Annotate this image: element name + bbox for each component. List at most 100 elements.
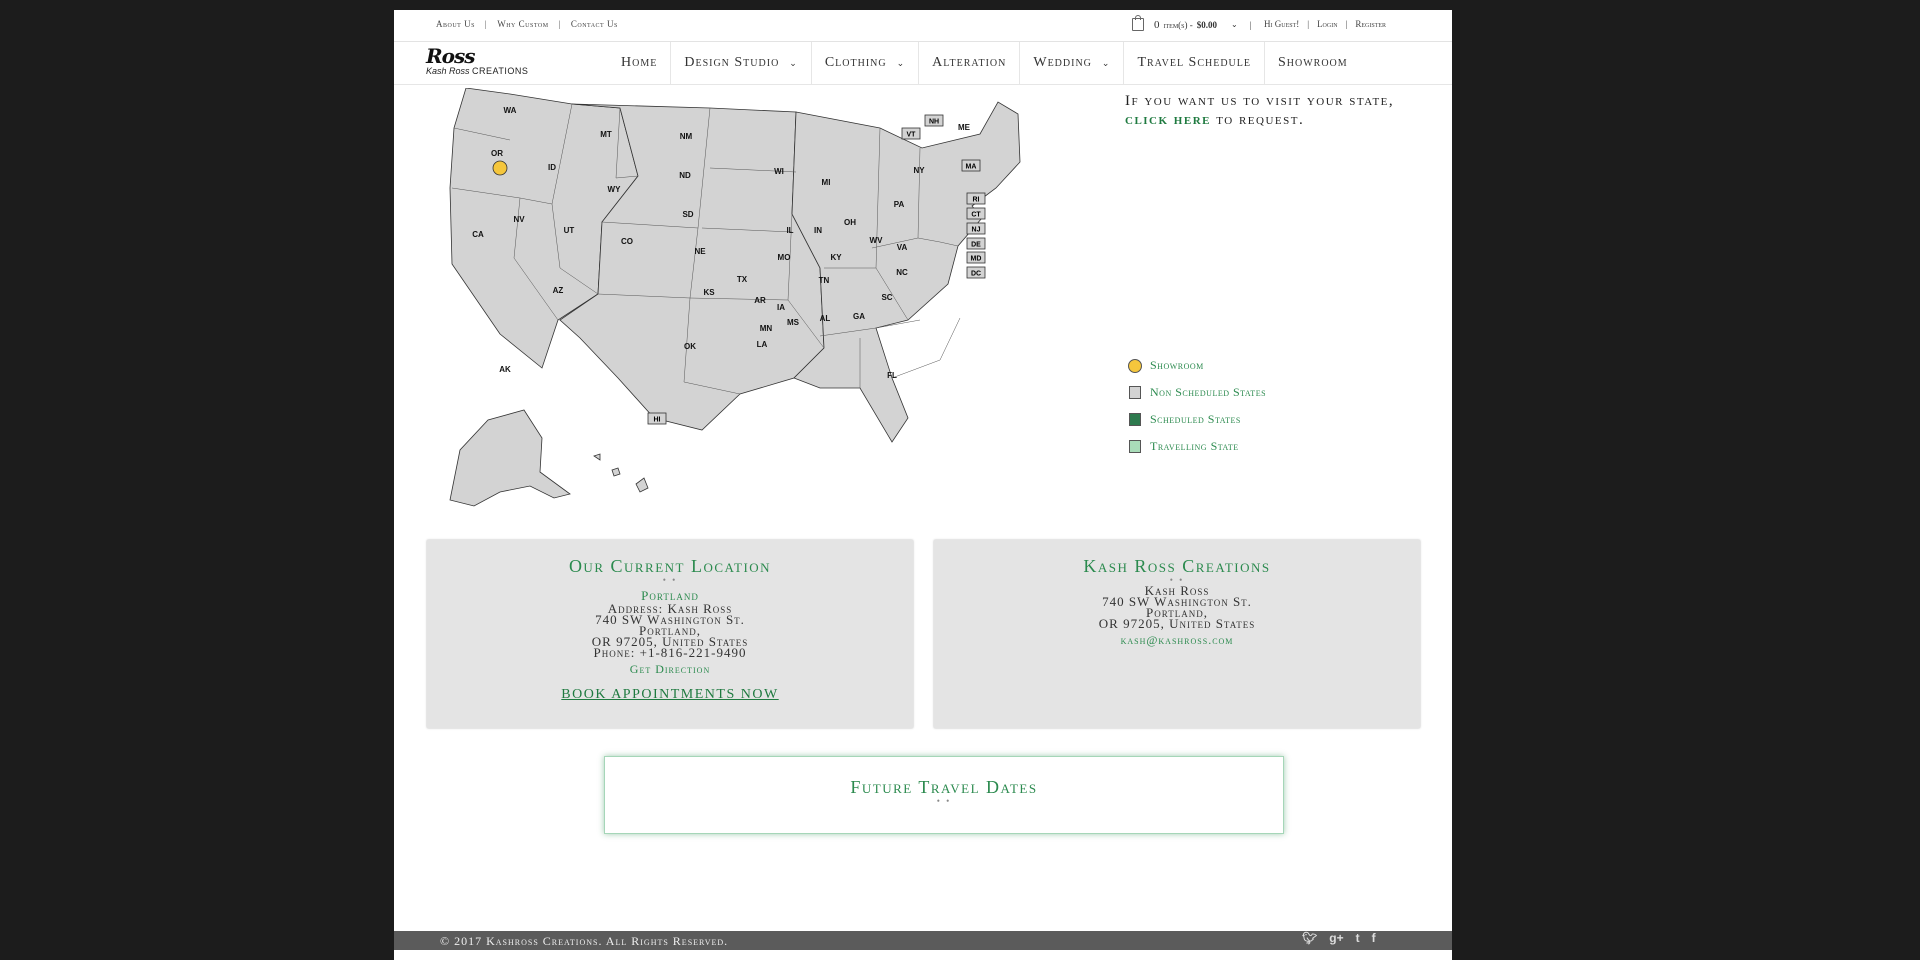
state-label-ok[interactable]: OK [684, 342, 696, 351]
card-title: Our Current Location [568, 556, 772, 576]
nav-home[interactable]: Home [608, 42, 672, 84]
cart-total: $0.00 [1196, 19, 1217, 30]
nav-showroom[interactable]: Showroom [1265, 42, 1361, 84]
state-label-ks[interactable]: KS [703, 288, 715, 297]
nav-wedding[interactable]: Wedding ⌄ [1020, 42, 1125, 84]
state-label-fl[interactable]: FL [887, 371, 897, 380]
state-label-mi[interactable]: MI [822, 178, 831, 187]
state-label-mo[interactable]: MO [778, 253, 791, 262]
state-box-dc[interactable]: DC [966, 266, 986, 279]
legend-swatch [1129, 413, 1141, 426]
state-label-wv[interactable]: WV [870, 236, 884, 245]
visit-text-end: to request. [1216, 112, 1305, 128]
showroom-marker[interactable] [492, 160, 508, 176]
state-label-va[interactable]: VA [897, 243, 908, 252]
state-box-hi[interactable]: HI [647, 412, 667, 425]
user-links: Hi Guest! | Login | Register [1264, 19, 1386, 29]
state-label-sc[interactable]: SC [881, 293, 892, 302]
state-label-or[interactable]: OR [491, 149, 503, 158]
chevron-down-icon[interactable]: ⌄ [1231, 20, 1238, 29]
map-hawaii-island[interactable] [593, 453, 601, 461]
map-alaska[interactable] [449, 409, 571, 507]
state-label-tn[interactable]: TN [819, 276, 830, 285]
get-direction-link[interactable]: Get Direction [427, 662, 913, 677]
state-label-id[interactable]: ID [548, 163, 556, 172]
contact-us-link[interactable]: Contact Us [571, 19, 618, 29]
state-label-la[interactable]: LA [757, 340, 768, 349]
state-box-nh[interactable]: NH [924, 114, 944, 127]
state-box-label: RI [973, 197, 980, 204]
legend-showroom: Showroom [1128, 352, 1266, 379]
nav-travel-schedule[interactable]: Travel Schedule [1124, 42, 1265, 84]
state-label-wi[interactable]: WI [774, 167, 784, 176]
state-box-ri[interactable]: RI [966, 192, 986, 205]
state-label-ia[interactable]: IA [777, 303, 785, 312]
state-label-ms[interactable]: MS [787, 318, 800, 327]
state-label-az[interactable]: AZ [553, 286, 564, 295]
legend-swatch [1128, 358, 1142, 373]
state-label-tx[interactable]: TX [737, 275, 748, 284]
state-box-label: DE [971, 242, 981, 249]
state-box-de[interactable]: DE [966, 237, 986, 250]
state-label-ar[interactable]: AR [754, 296, 766, 305]
nav-design-studio[interactable]: Design Studio ⌄ [671, 42, 812, 84]
state-label-in[interactable]: IN [814, 226, 822, 235]
state-label-ky[interactable]: KY [830, 253, 842, 262]
state-label-wa[interactable]: WA [504, 106, 517, 115]
state-box-md[interactable]: MD [966, 251, 986, 264]
nav-alteration[interactable]: Alteration [919, 42, 1021, 84]
state-label-ak[interactable]: AK [499, 365, 511, 374]
creations-card: Kash Ross Creations • • Kash Ross 740 SW… [934, 540, 1420, 728]
state-label-ne[interactable]: NE [694, 247, 706, 256]
map-hawaii-island[interactable] [611, 467, 621, 477]
state-label-pa[interactable]: PA [894, 200, 905, 209]
state-box-ma[interactable]: MA [961, 159, 981, 172]
state-label-oh[interactable]: OH [844, 218, 856, 227]
state-label-al[interactable]: AL [820, 314, 831, 323]
state-label-nm[interactable]: NM [680, 132, 693, 141]
legend-travelling: Travelling State [1129, 433, 1266, 460]
map-hawaii-island[interactable] [635, 477, 649, 493]
why-custom-link[interactable]: Why Custom [497, 19, 548, 29]
state-label-il[interactable]: IL [786, 226, 793, 235]
tumblr-icon[interactable]: t [1356, 931, 1360, 945]
click-here-link[interactable]: click here [1125, 112, 1211, 128]
state-label-sd[interactable]: SD [682, 210, 693, 219]
legend-label: Travelling State [1150, 439, 1239, 453]
nav-label: Travel Schedule [1137, 55, 1251, 70]
state-label-ga[interactable]: GA [853, 312, 865, 321]
email-link[interactable]: kash@kashross.com [934, 633, 1420, 648]
divider: | [558, 19, 561, 29]
state-box-nj[interactable]: NJ [966, 222, 986, 235]
state-label-ut[interactable]: UT [564, 226, 575, 235]
state-label-nv[interactable]: NV [513, 215, 525, 224]
state-label-ca[interactable]: CA [472, 230, 484, 239]
state-box-ct[interactable]: CT [966, 207, 986, 220]
state-label-co[interactable]: CO [621, 237, 633, 246]
state-label-wy[interactable]: WY [608, 185, 622, 194]
divider: | [1249, 19, 1252, 30]
facebook-icon[interactable]: f [1372, 931, 1376, 945]
about-us-link[interactable]: About Us [436, 19, 475, 29]
register-link[interactable]: Register [1355, 19, 1386, 29]
login-link[interactable]: Login [1317, 19, 1338, 29]
book-appointment-link[interactable]: BOOK APPOINTMENTS NOW [427, 687, 913, 703]
legend-non-scheduled: Non Scheduled States [1129, 379, 1266, 406]
logo[interactable]: Ross Kash Ross CREATIONS [426, 46, 528, 76]
twitter-icon[interactable]: 🐦︎ [1302, 931, 1317, 945]
state-label-me[interactable]: ME [958, 123, 971, 132]
state-label-nd[interactable]: ND [679, 171, 691, 180]
cart-widget[interactable]: 0 item(s) - $0.00 ⌄ | [1132, 15, 1252, 31]
state-label-mn[interactable]: MN [760, 324, 773, 333]
state-box-vt[interactable]: VT [901, 127, 921, 140]
google-plus-icon[interactable]: g+ [1329, 931, 1343, 945]
state-label-mt[interactable]: MT [600, 130, 612, 139]
state-label-ny[interactable]: NY [913, 166, 925, 175]
nav-label: Clothing [824, 55, 887, 70]
nav-clothing[interactable]: Clothing ⌄ [812, 42, 920, 84]
greeting: Hi Guest! [1264, 19, 1300, 29]
header: Ross Kash Ross CREATIONS Home Design Stu… [394, 42, 1452, 85]
us-map[interactable]: WA OR CA ID NV MT WY UT AZ CO NM ND SD NE KS OK TX MN IA MO… [440, 88, 1116, 520]
visit-request: If you want us to visit your state, clic… [1125, 92, 1395, 130]
state-label-nc[interactable]: NC [896, 268, 908, 277]
